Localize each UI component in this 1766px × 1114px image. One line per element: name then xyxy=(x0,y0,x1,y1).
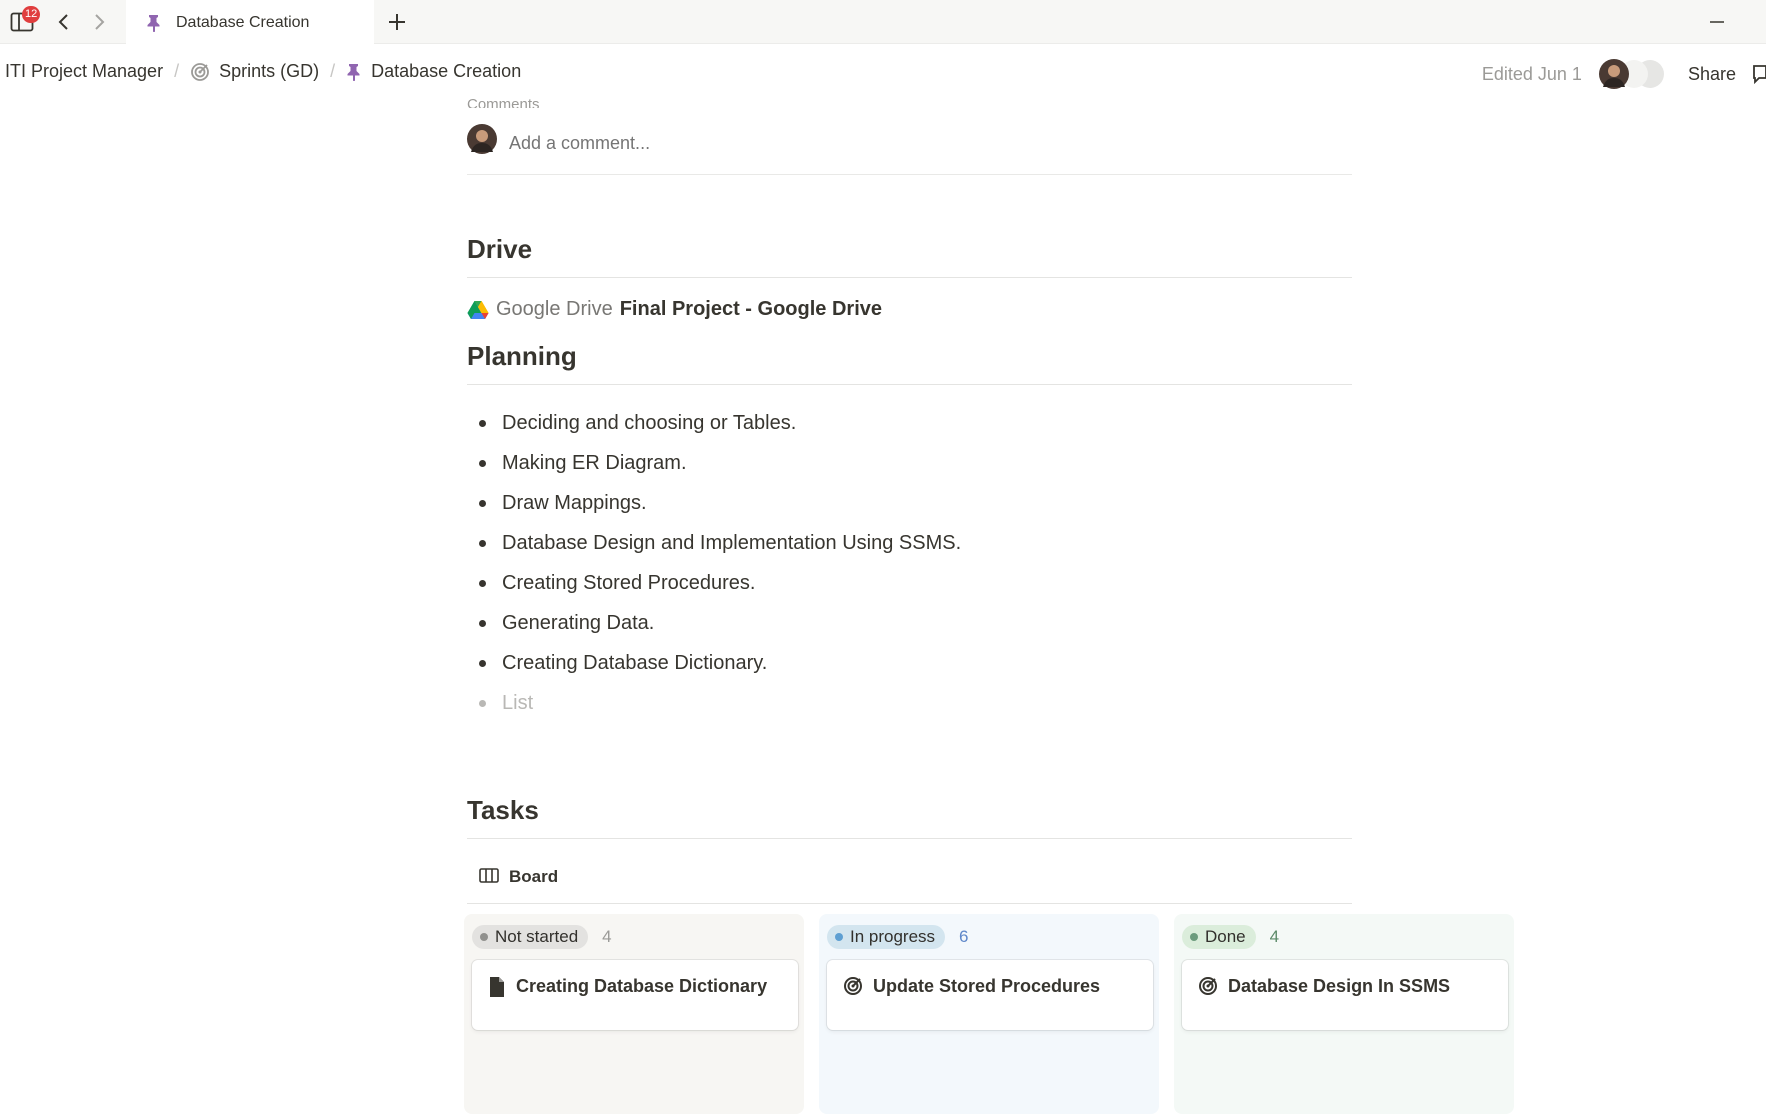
list-item[interactable]: Database Design and Implementation Using… xyxy=(467,530,961,570)
new-tab-button[interactable] xyxy=(383,8,411,36)
tab-database-creation[interactable]: Database Creation xyxy=(126,0,374,45)
task-card-title: Update Stored Procedures xyxy=(873,976,1101,996)
status-badge[interactable]: In progress xyxy=(827,925,946,949)
breadcrumb-label: ITI Project Manager xyxy=(5,61,164,81)
board-column-in-progress: In progress 6 Update Stored Procedures xyxy=(819,914,1159,1114)
column-count: 6 xyxy=(959,927,969,946)
google-drive-icon xyxy=(467,300,489,319)
view-tab-board[interactable]: Board xyxy=(467,867,1352,904)
target-icon xyxy=(190,62,210,82)
breadcrumb-item-project-manager[interactable]: ITI Project Manager xyxy=(5,61,163,82)
board-column-done: Done 4 Database Design In SSMS xyxy=(1174,914,1514,1114)
minimize-button[interactable] xyxy=(1703,8,1731,36)
list-item[interactable]: Draw Mappings. xyxy=(467,490,961,530)
breadcrumb-item-sprints[interactable]: Sprints (GD) xyxy=(190,61,319,82)
planning-list: Deciding and choosing or Tables. Making … xyxy=(467,410,961,730)
board-icon xyxy=(479,868,499,883)
drive-service-label: Google Drive xyxy=(496,298,613,320)
plus-icon xyxy=(389,14,405,30)
list-item-placeholder[interactable]: List xyxy=(467,690,961,730)
breadcrumb-label: Sprints (GD) xyxy=(219,61,320,81)
google-drive-link[interactable]: Google Drive Final Project - Google Driv… xyxy=(467,298,882,321)
breadcrumb-separator: / xyxy=(174,61,180,81)
list-item[interactable]: Creating Database Dictionary. xyxy=(467,650,961,690)
breadcrumb-label: Database Creation xyxy=(371,61,522,81)
status-dot xyxy=(835,933,843,941)
tab-title: Database Creation xyxy=(176,13,310,31)
avatar xyxy=(467,124,497,154)
task-card[interactable]: Creating Database Dictionary xyxy=(472,960,798,1030)
tab-strip: 12 Database Creation xyxy=(0,0,1766,45)
list-item[interactable]: Creating Stored Procedures. xyxy=(467,570,961,610)
pin-icon xyxy=(147,14,160,32)
column-count: 4 xyxy=(1269,927,1280,946)
page-icon xyxy=(490,977,504,997)
minimize-icon xyxy=(1710,21,1724,23)
target-icon xyxy=(844,977,862,995)
list-item[interactable]: Making ER Diagram. xyxy=(467,450,961,490)
comment-input[interactable] xyxy=(509,133,1209,154)
notification-badge: 12 xyxy=(22,6,41,23)
task-card[interactable]: Database Design In SSMS xyxy=(1182,960,1508,1030)
forward-button[interactable] xyxy=(85,8,113,36)
breadcrumb-separator: / xyxy=(330,61,336,81)
task-card[interactable]: Update Stored Procedures xyxy=(827,960,1153,1030)
status-dot xyxy=(480,933,488,941)
status-badge[interactable]: Done xyxy=(1182,925,1256,949)
task-board: Not started 4 Creating Database Dictiona… xyxy=(464,914,1514,1114)
comments-icon[interactable] xyxy=(1752,63,1766,85)
list-item[interactable]: Generating Data. xyxy=(467,610,961,650)
edited-timestamp: Edited Jun 1 xyxy=(1481,63,1582,84)
pin-icon xyxy=(346,63,362,81)
avatar xyxy=(1598,59,1664,89)
sidebar-toggle-button[interactable]: 12 xyxy=(8,6,41,36)
chevron-right-icon xyxy=(95,14,105,30)
comments-label: Comments xyxy=(467,96,540,108)
target-icon xyxy=(1199,977,1217,995)
collaborator-avatars[interactable] xyxy=(1598,58,1670,90)
list-item[interactable]: Deciding and choosing or Tables. xyxy=(467,410,961,450)
breadcrumb: ITI Project Manager / Sprints (GD) / Dat… xyxy=(5,61,521,82)
task-card-title: Database Design In SSMS xyxy=(1228,976,1451,996)
view-label: Board xyxy=(509,867,559,886)
comment-composer xyxy=(467,124,1352,175)
share-button[interactable]: Share xyxy=(1688,64,1736,85)
planning-heading: Planning xyxy=(467,341,1352,385)
drive-heading: Drive xyxy=(467,234,1352,278)
status-label: Not started xyxy=(495,927,579,946)
status-dot xyxy=(1190,933,1198,941)
task-card-title: Creating Database Dictionary xyxy=(516,976,768,996)
drive-link-title: Final Project - Google Drive xyxy=(619,298,882,320)
header-actions: Edited Jun 1 Share xyxy=(1482,58,1766,90)
column-count: 4 xyxy=(602,927,612,946)
tasks-heading: Tasks xyxy=(467,795,1352,839)
breadcrumb-item-database-creation[interactable]: Database Creation xyxy=(346,61,521,82)
back-button[interactable] xyxy=(50,8,78,36)
status-badge[interactable]: Not started xyxy=(472,925,589,949)
board-column-not-started: Not started 4 Creating Database Dictiona… xyxy=(464,914,804,1114)
chevron-left-icon xyxy=(58,14,68,30)
status-label: Done xyxy=(1205,927,1246,946)
status-label: In progress xyxy=(850,927,936,946)
page-header: ITI Project Manager / Sprints (GD) / Dat… xyxy=(0,44,1766,102)
